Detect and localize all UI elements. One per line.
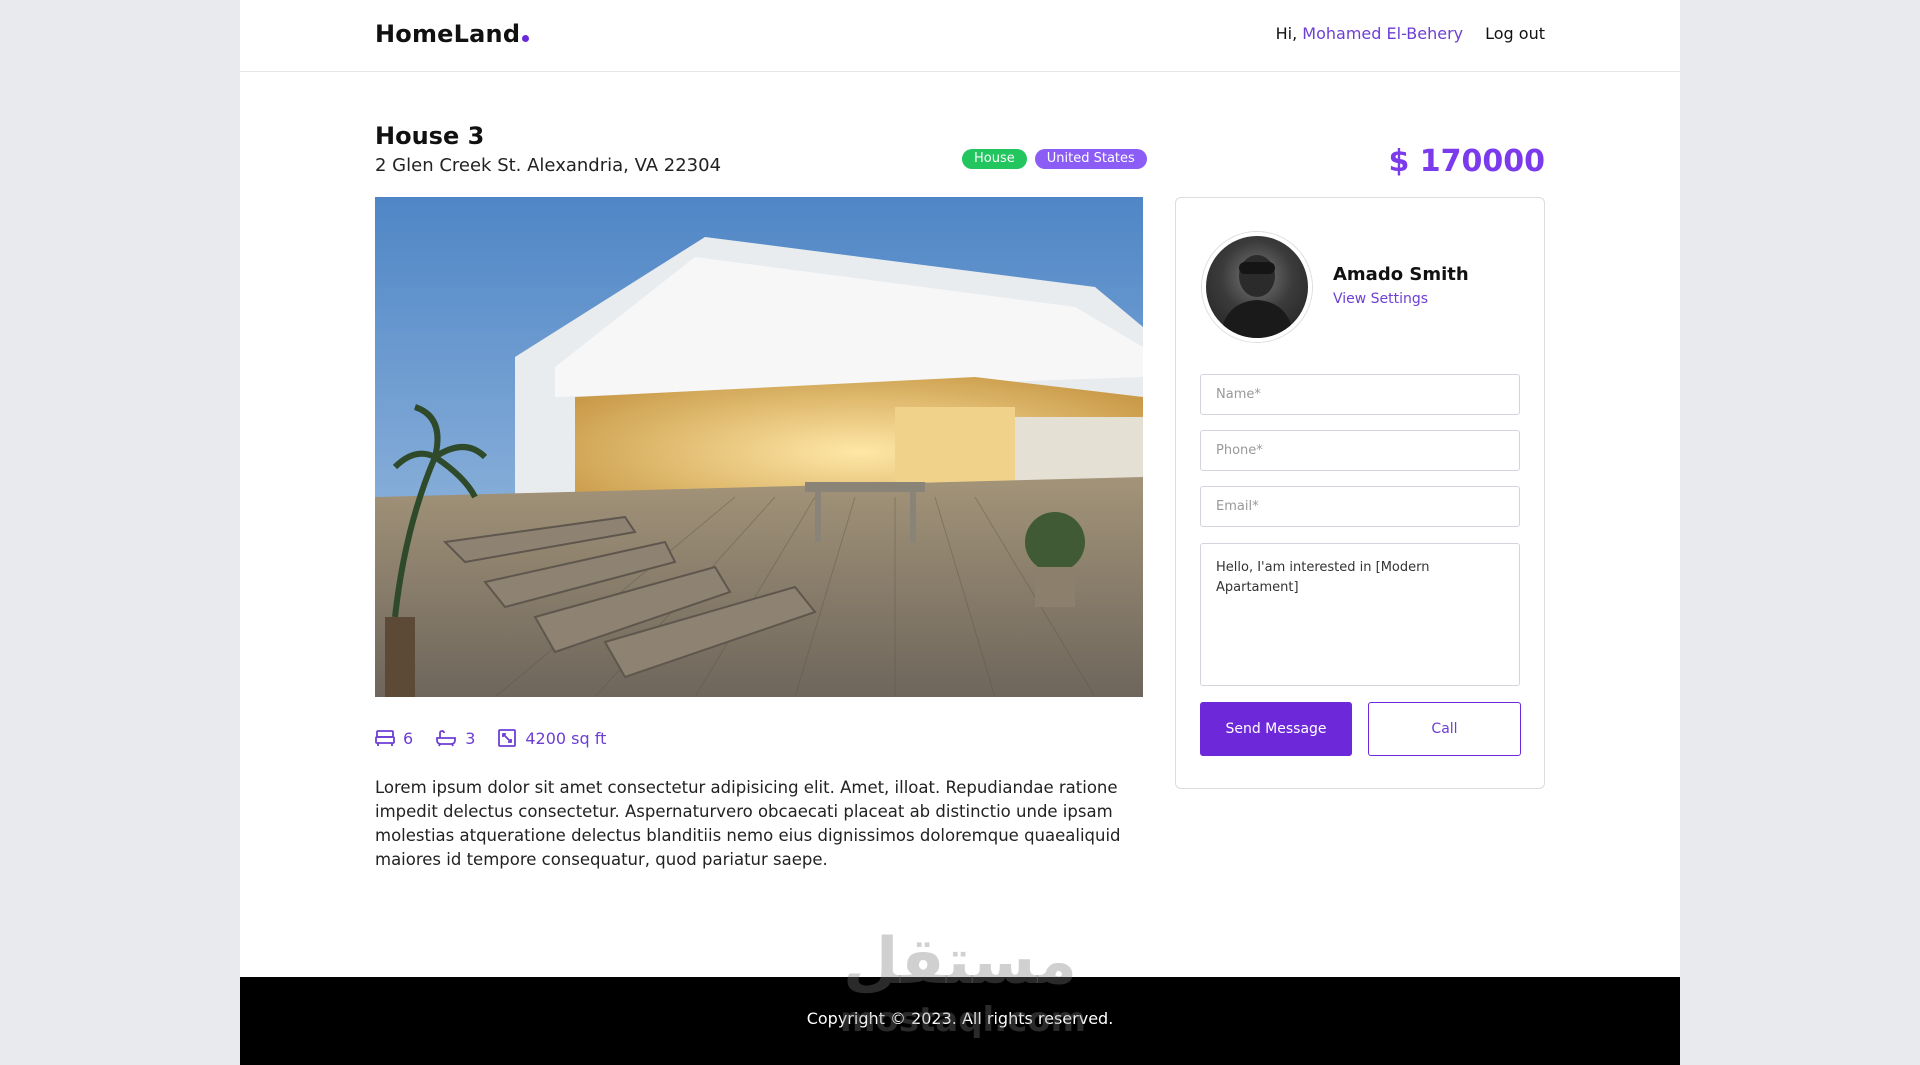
area-size: 4200 sq ft	[525, 728, 607, 748]
country-badge: United States	[1034, 149, 1147, 169]
message-field[interactable]: Hello, I'am interested in [Modern Aparta…	[1200, 543, 1520, 686]
greeting-text: Hi,	[1275, 24, 1298, 43]
copyright-text: Copyright © 2023. All rights reserved.	[806, 1009, 1114, 1028]
listing-badges: House United States	[962, 149, 1147, 169]
logo-dot	[522, 35, 530, 42]
baths-count: 3	[465, 728, 476, 748]
listing-address: 2 Glen Creek St. Alexandria, VA 22304	[375, 155, 722, 176]
user-nav: Hi, Mohamed El-Behery Log out	[1276, 24, 1545, 43]
call-button[interactable]: Call	[1368, 702, 1521, 756]
agent-avatar	[1202, 232, 1312, 342]
property-photo	[375, 197, 1143, 697]
property-photo-illustration	[375, 197, 1143, 697]
feature-area: 4200 sq ft	[497, 728, 606, 748]
email-field[interactable]	[1200, 486, 1520, 527]
send-message-button[interactable]: Send Message	[1200, 702, 1352, 756]
property-type-badge: House	[962, 149, 1027, 169]
logout-link[interactable]: Log out	[1485, 24, 1545, 43]
area-icon	[497, 728, 517, 748]
agent-portrait	[1220, 255, 1294, 338]
agent-name: Amado Smith	[1333, 264, 1469, 285]
agent-contact-card: Amado Smith View Settings Hello, I'am in…	[1175, 197, 1545, 789]
name-field[interactable]	[1200, 374, 1520, 415]
property-features: 6 3 4200 sq ft	[375, 728, 606, 748]
feature-beds: 6	[375, 729, 413, 748]
bed-icon	[375, 729, 395, 747]
bath-icon	[435, 729, 457, 747]
listing-title: House 3	[375, 122, 485, 150]
feature-baths: 3	[435, 729, 475, 748]
brand-logo-text[interactable]: HomeLand	[375, 20, 520, 48]
view-settings-link[interactable]: View Settings	[1333, 291, 1428, 307]
beds-count: 6	[403, 728, 414, 748]
phone-field[interactable]	[1200, 430, 1520, 471]
user-profile-link[interactable]: Mohamed El-Behery	[1302, 24, 1463, 43]
page-footer: Copyright © 2023. All rights reserved.	[240, 977, 1680, 1065]
page: HomeLand Hi, Mohamed El-Behery Log out H…	[240, 0, 1680, 1065]
listing-description: Lorem ipsum dolor sit amet consectetur a…	[375, 778, 1121, 869]
top-navbar: HomeLand Hi, Mohamed El-Behery Log out	[240, 0, 1680, 72]
listing-price: $ 170000	[1388, 144, 1545, 179]
user-greeting: Hi, Mohamed El-Behery	[1276, 24, 1463, 43]
brand-logo[interactable]: HomeLand	[375, 20, 530, 48]
